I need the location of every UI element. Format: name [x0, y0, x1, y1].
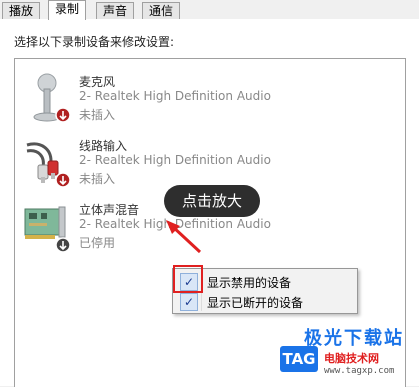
unplugged-badge-icon	[55, 107, 71, 123]
tab-recording[interactable]: 录制	[48, 0, 87, 20]
tab-sounds[interactable]: 声音	[96, 2, 135, 19]
device-name: 线路输入	[79, 139, 128, 153]
device-driver: 2- Realtek High Definition Audio	[79, 89, 271, 103]
device-name: 麦克风	[79, 75, 116, 89]
menu-item-show-disconnected-devices[interactable]: ✓ 显示已断开的设备	[173, 291, 357, 311]
device-status: 未插入	[79, 108, 116, 122]
device-driver: 2- Realtek High Definition Audio	[79, 153, 271, 167]
microphone-icon	[33, 73, 71, 123]
unplugged-badge-icon	[55, 172, 71, 188]
watermark-url: www.tagxp.com	[324, 366, 395, 376]
watermark-title: 极光下载站	[304, 328, 404, 349]
device-name: 立体声混音	[79, 203, 140, 217]
watermark: 极光下载站 TAG 电脑技术网 www.tagxp.com	[262, 322, 419, 386]
prompt-text: 选择以下录制设备来修改设置:	[14, 35, 175, 49]
device-item-line-in[interactable]: 线路输入 2- Realtek High Definition Audio 未插…	[15, 131, 395, 193]
tab-label: 声音	[103, 4, 128, 18]
device-status: 已停用	[79, 236, 116, 250]
disabled-badge-icon	[55, 237, 71, 253]
menu-item-label: 显示禁用的设备	[207, 276, 292, 290]
tab-label: 录制	[55, 2, 80, 16]
line-in-cable-icon	[26, 142, 71, 188]
tab-playback[interactable]: 播放	[2, 2, 41, 19]
callout-bubble: 点击放大	[164, 185, 260, 217]
menu-item-label: 显示已断开的设备	[207, 296, 304, 310]
checkmark-icon: ✓	[180, 293, 198, 311]
tab-label: 播放	[9, 4, 34, 18]
device-status: 未插入	[79, 172, 116, 186]
tab-label: 通信	[149, 4, 174, 18]
red-arrow-icon	[166, 220, 202, 254]
watermark-logo: TAG	[280, 346, 318, 372]
device-item-microphone[interactable]: 麦克风 2- Realtek High Definition Audio 未插入	[15, 67, 395, 129]
tab-communications[interactable]: 通信	[142, 2, 181, 19]
sound-card-icon	[24, 206, 71, 253]
tab-bar: 播放 录制 声音 通信	[0, 0, 419, 20]
watermark-subtitle: 电脑技术网	[324, 352, 379, 365]
highlight-box	[173, 265, 203, 293]
